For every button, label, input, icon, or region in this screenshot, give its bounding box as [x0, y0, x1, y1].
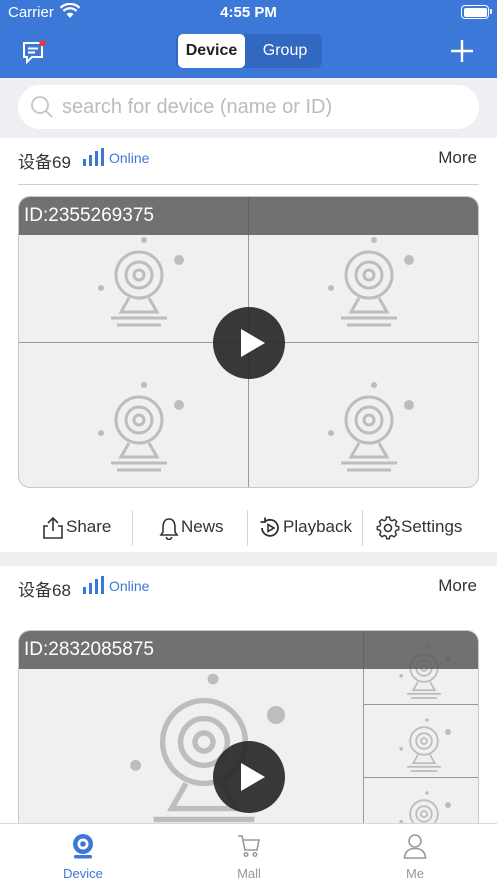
camera-placeholder-icon — [398, 790, 452, 826]
divider — [132, 510, 133, 546]
camera-placeholder-icon — [398, 717, 452, 772]
camera-icon — [73, 834, 93, 859]
signal-icon — [83, 148, 104, 166]
device-id: ID:2832085875 — [24, 639, 154, 660]
id-banner: ID:2355269375 — [19, 197, 478, 235]
grid-divider — [363, 704, 478, 705]
add-icon[interactable] — [449, 38, 475, 64]
divider — [18, 184, 479, 185]
share-icon — [43, 516, 63, 539]
grid-divider — [363, 777, 478, 778]
device-card: 设备68 Online More ID:2832085875 — [0, 566, 497, 826]
divider — [362, 510, 363, 546]
play-button[interactable] — [213, 741, 285, 813]
search-icon — [31, 96, 53, 118]
action-bar: Share News Playback Settings — [0, 504, 497, 550]
playback-label: Playback — [283, 517, 352, 536]
tab-label: Device — [63, 866, 103, 881]
tab-mall[interactable]: Mall — [166, 824, 332, 883]
device-group-switch: Device Group — [176, 34, 322, 68]
camera-placeholder-icon — [96, 235, 186, 327]
settings-label: Settings — [401, 517, 463, 536]
camera-placeholder-icon — [326, 380, 416, 472]
search-input[interactable] — [62, 85, 462, 129]
id-banner: ID:2832085875 — [19, 631, 478, 669]
play-button[interactable] — [213, 307, 285, 379]
device-card-header: 设备69 Online More — [0, 138, 497, 184]
device-card: 设备69 Online More ID:2355269375 Share New… — [0, 138, 497, 552]
tab-me[interactable]: Me — [332, 824, 497, 883]
device-id: ID:2355269375 — [24, 205, 154, 226]
tab-label: Me — [405, 866, 425, 881]
news-label: News — [181, 517, 224, 536]
battery-icon — [461, 5, 492, 19]
playback-icon — [260, 517, 279, 537]
more-button[interactable]: More — [438, 576, 477, 596]
person-icon — [403, 834, 427, 859]
status-badge: Online — [109, 150, 150, 166]
video-preview[interactable]: ID:2355269375 — [18, 196, 479, 488]
divider — [247, 510, 248, 546]
share-label: Share — [66, 517, 112, 536]
nav-bar: Device Group — [0, 26, 497, 78]
device-name: 设备68 — [18, 581, 71, 600]
tab-device-nav[interactable]: Device — [0, 824, 166, 883]
device-card-header: 设备68 Online More — [0, 566, 497, 612]
bottom-tab-bar: Device Mall Me — [0, 823, 497, 883]
camera-placeholder-icon — [96, 380, 186, 472]
camera-placeholder-icon — [326, 235, 416, 327]
more-button[interactable]: More — [438, 148, 477, 168]
play-icon — [241, 329, 265, 357]
cart-icon — [238, 835, 260, 858]
tab-label: Mall — [237, 866, 261, 881]
news-button[interactable]: News — [158, 504, 244, 550]
play-icon — [241, 763, 265, 791]
search-box — [18, 85, 479, 129]
share-button[interactable]: Share — [40, 504, 130, 550]
signal-icon — [83, 576, 104, 594]
tab-device[interactable]: Device — [178, 34, 245, 68]
gear-icon — [376, 516, 400, 540]
video-preview[interactable]: ID:2832085875 — [18, 630, 479, 826]
status-bar: Carrier 4:55 PM — [0, 0, 497, 26]
clock: 4:55 PM — [220, 4, 277, 21]
search-bar — [0, 78, 497, 136]
bell-icon — [159, 518, 179, 540]
device-name: 设备69 — [18, 153, 71, 172]
message-icon[interactable] — [20, 38, 48, 66]
tab-group[interactable]: Group — [250, 34, 320, 68]
settings-button[interactable]: Settings — [376, 504, 476, 550]
status-badge: Online — [109, 578, 150, 594]
playback-button[interactable]: Playback — [258, 504, 358, 550]
